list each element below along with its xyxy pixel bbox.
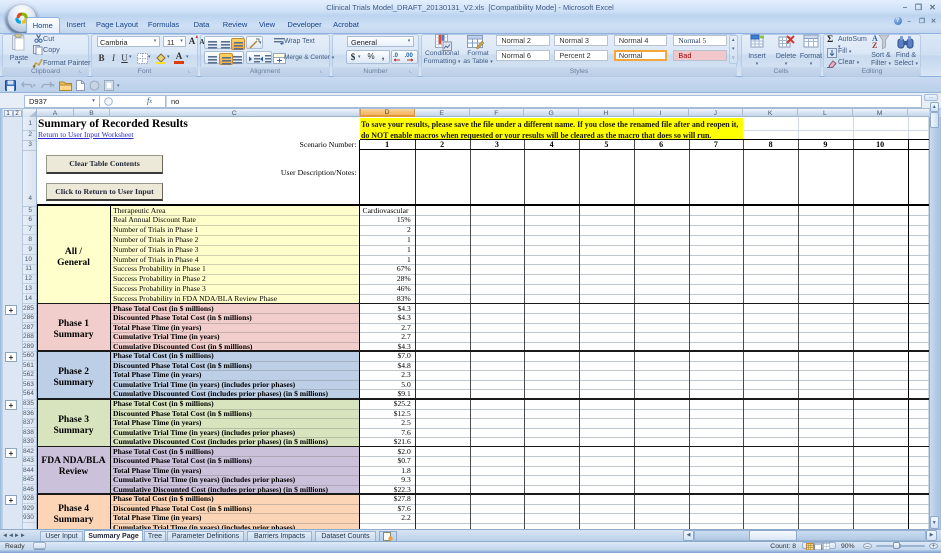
svg-text:.0: .0 [393, 53, 399, 59]
svg-text:.00: .00 [405, 53, 414, 59]
